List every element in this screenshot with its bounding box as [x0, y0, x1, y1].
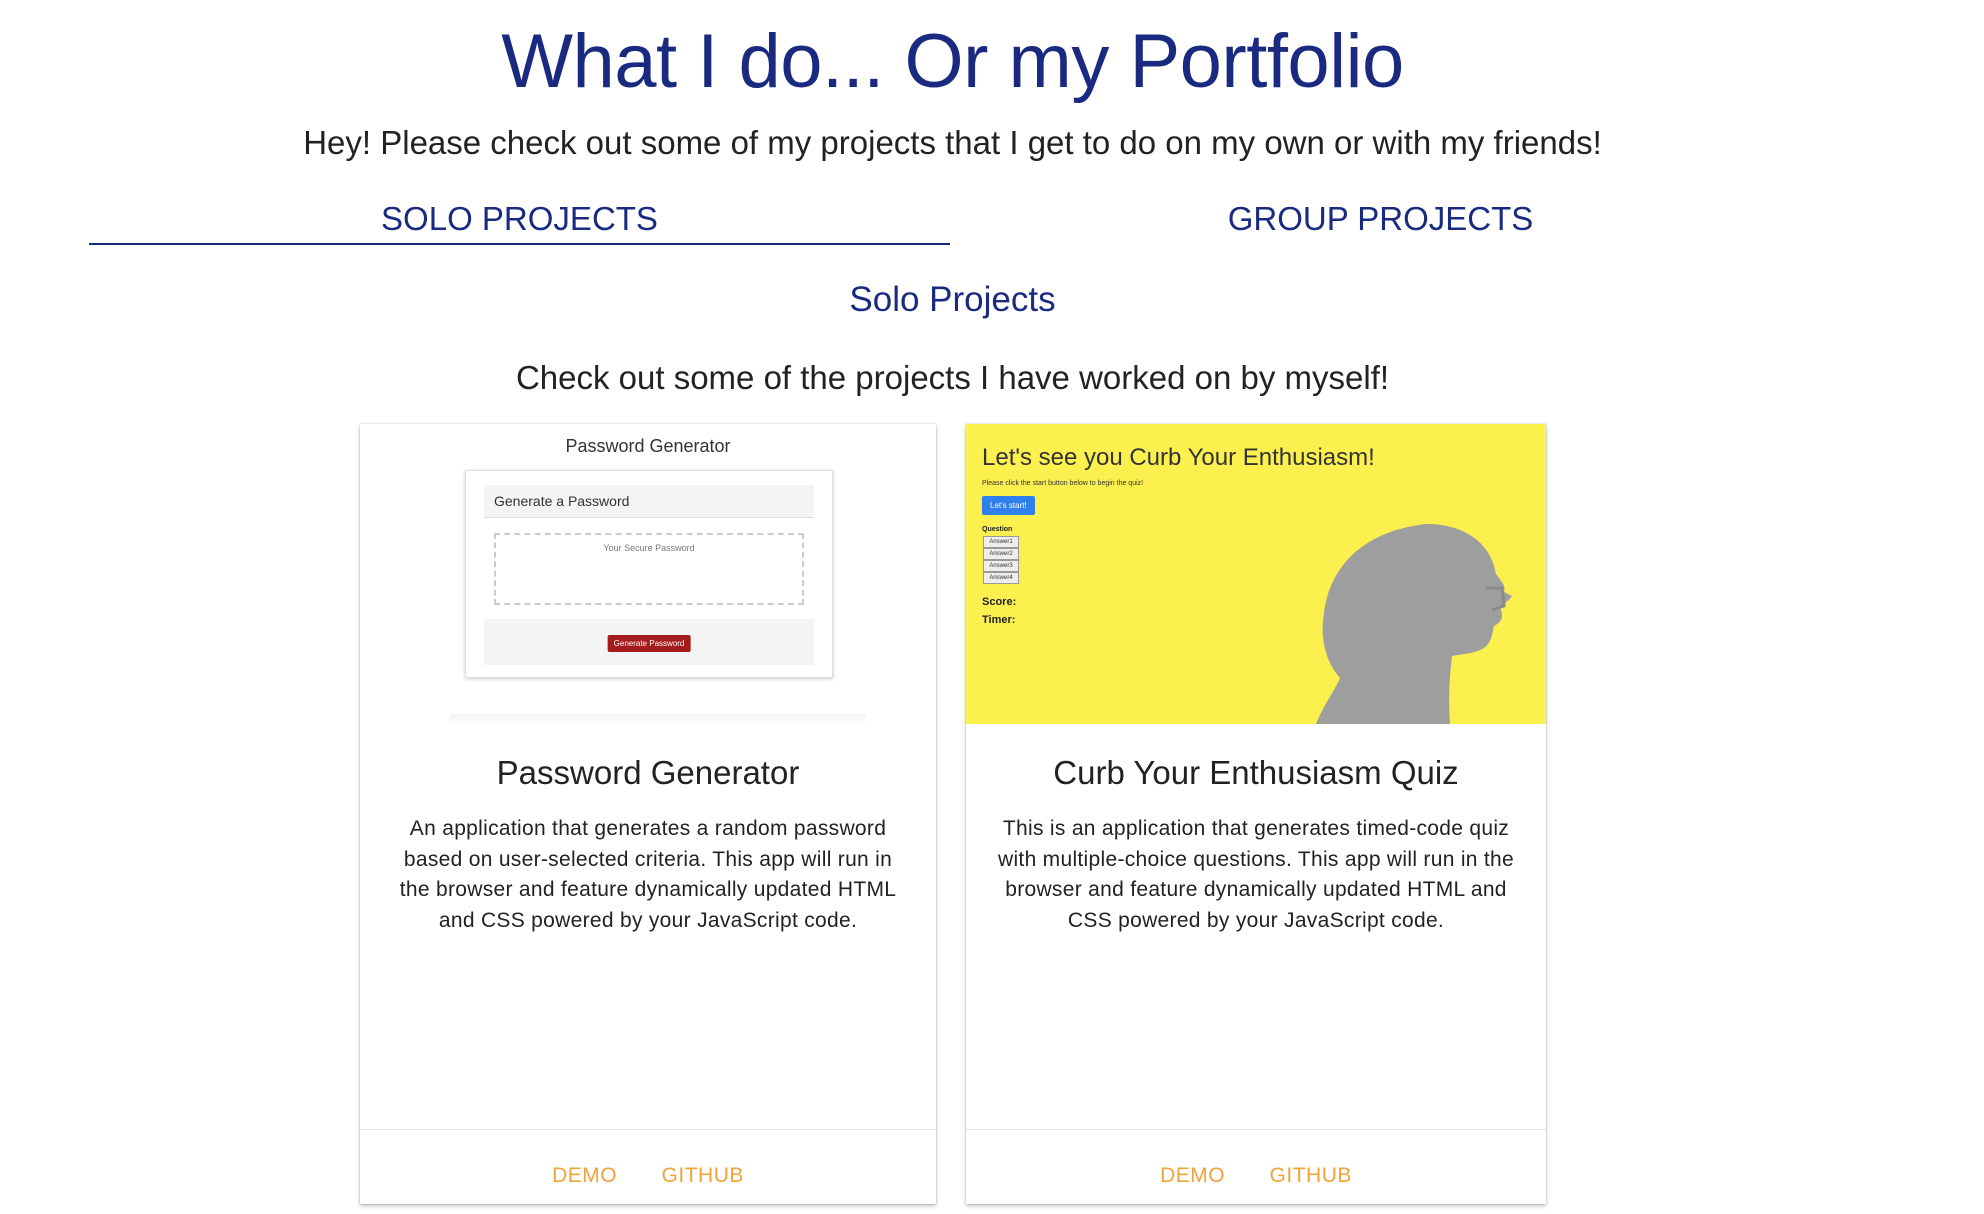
thumbnail-heading: Password Generator — [565, 436, 731, 456]
thumbnail-card-footer: Generate Password — [484, 619, 814, 665]
card-title: Curb Your Enthusiasm Quiz — [1053, 754, 1459, 791]
tab-solo-projects[interactable]: SOLO PROJECTS — [89, 195, 950, 243]
github-link[interactable]: GITHUB — [1270, 1164, 1352, 1188]
thumbnail-instructions: Please click the start button below to b… — [982, 480, 1144, 487]
thumbnail-card-header: Generate a Password — [484, 485, 814, 518]
demo-link[interactable]: DEMO — [1160, 1164, 1225, 1188]
card-description: An application that generates a random p… — [399, 817, 897, 932]
card-actions: DEMO GITHUB — [360, 1164, 936, 1188]
thumbnail-password-area: Your Secure Password — [494, 533, 804, 605]
demo-link[interactable]: DEMO — [552, 1164, 617, 1188]
github-link[interactable]: GITHUB — [662, 1164, 744, 1188]
thumbnail-answer: Answer2 — [983, 548, 1019, 560]
section-description: Check out some of the projects I have wo… — [515, 359, 1390, 396]
thumbnail-generate-button: Generate Password — [607, 635, 691, 652]
thumbnail-score-label: Score: — [982, 596, 1017, 608]
card-actions: DEMO GITHUB — [966, 1164, 1546, 1188]
project-tabs: SOLO PROJECTS GROUP PROJECTS — [89, 195, 1811, 245]
thumbnail-start-button: Let's start! — [982, 496, 1035, 515]
tab-group-projects[interactable]: GROUP PROJECTS — [950, 195, 1811, 243]
card-divider — [360, 1129, 936, 1130]
thumbnail-card: Generate a Password Your Secure Password… — [465, 470, 833, 678]
thumbnail-answer: Answer4 — [983, 572, 1019, 584]
project-card-password-generator: Password Generator Generate a Password Y… — [360, 424, 936, 1204]
card-title: Password Generator — [496, 754, 800, 791]
thumbnail-timer-label: Timer: — [982, 614, 1016, 626]
password-generator-thumbnail: Password Generator Generate a Password Y… — [360, 424, 936, 724]
page-subtitle: Hey! Please check out some of my project… — [303, 124, 1602, 161]
active-tab-indicator — [89, 243, 950, 245]
thumbnail-answer: Answer1 — [983, 536, 1019, 548]
curb-quiz-thumbnail: Let's see you Curb Your Enthusiasm! Plea… — [966, 424, 1546, 724]
card-description: This is an application that generates ti… — [998, 817, 1514, 932]
section-title: Solo Projects — [849, 280, 1056, 319]
project-card-curb-quiz: Let's see you Curb Your Enthusiasm! Plea… — [966, 424, 1546, 1204]
thumbnail-heading: Let's see you Curb Your Enthusiasm! — [982, 444, 1375, 471]
thumbnail-question: Question — [982, 526, 1013, 533]
page-title: What I do... Or my Portfolio — [501, 19, 1404, 104]
card-divider — [966, 1129, 1546, 1130]
thumbnail-answer: Answer3 — [983, 560, 1019, 572]
silhouette-image — [1316, 524, 1512, 724]
